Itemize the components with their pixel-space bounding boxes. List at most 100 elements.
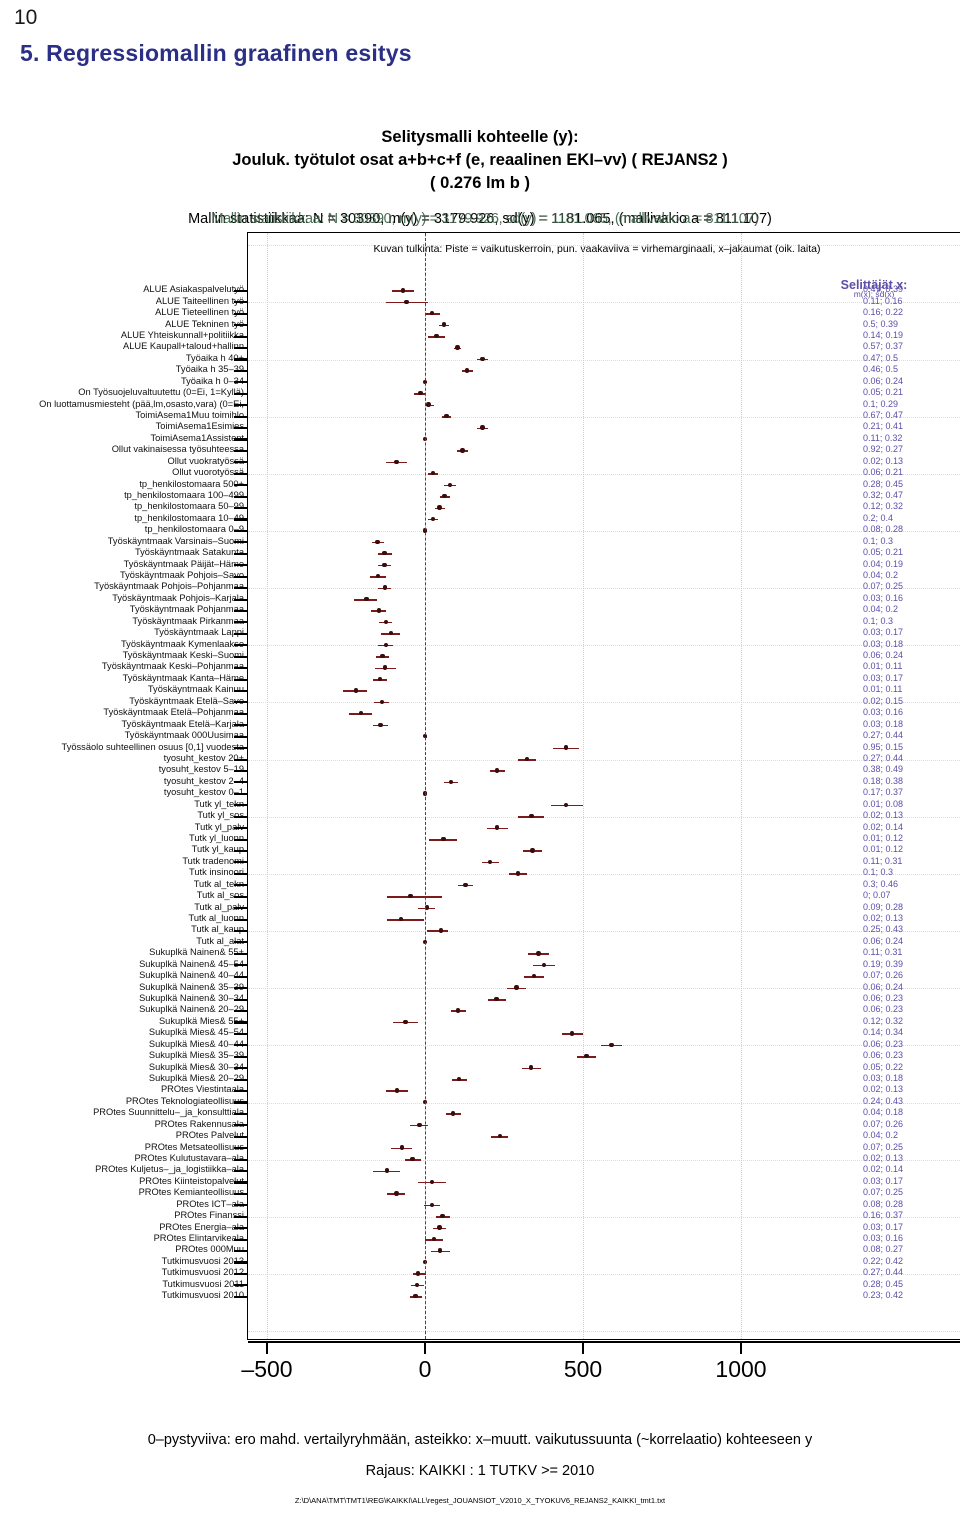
y-axis-tick xyxy=(234,415,247,418)
y-axis-tick xyxy=(234,907,247,910)
y-axis-tick xyxy=(234,427,247,430)
row-stat-value: 0.28; 0.45 xyxy=(863,478,904,489)
y-axis-tick xyxy=(234,884,247,887)
y-axis-tick xyxy=(234,1238,247,1241)
coefficient-point xyxy=(376,608,382,613)
row-label: Sukuplkä Nainen& 55+ xyxy=(149,947,244,958)
coefficient-point xyxy=(480,356,485,362)
y-axis-tick xyxy=(234,1284,247,1287)
row-label: Työssäolo suhteellinen osuus [0,1] vuode… xyxy=(61,741,244,752)
row-stat-value: 0.5; 0.39 xyxy=(863,318,899,329)
row-stat-value: 0.06; 0.23 xyxy=(863,1038,904,1049)
row-stat-value: 0.01; 0.08 xyxy=(863,798,904,809)
row-label: Työskäyntmaak Kymenlaakso xyxy=(121,638,244,649)
table-row: ALUE Asiakaspalvelutyö 0.47; 0.39 xyxy=(0,284,960,296)
coefficient-point xyxy=(437,1248,443,1253)
row-label: On Työsuojeluvaltuutettu (0=Ei, 1=Kyllä) xyxy=(78,387,244,398)
row-label: Sukuplkä Nainen& 20–29 xyxy=(139,1004,244,1015)
zero-reference-line xyxy=(425,233,426,1339)
row-stat-value: 0.12; 0.32 xyxy=(863,1015,904,1026)
row-stat-value: 0.23; 0.42 xyxy=(863,1290,904,1301)
row-stat-value: 0.02; 0.13 xyxy=(863,1152,904,1163)
table-row: tyosuht_kestov 2–4 0.18; 0.38 xyxy=(0,776,960,788)
coefficient-point xyxy=(430,311,435,316)
coefficient-point xyxy=(382,551,387,556)
row-stat-value: 0.1; 0.3 xyxy=(863,867,894,878)
coefficient-point xyxy=(584,1054,589,1059)
y-axis-tick xyxy=(234,495,247,498)
row-label: ALUE Taiteellinen työ xyxy=(155,295,244,306)
row-stat-value: 0.21; 0.41 xyxy=(863,421,904,432)
y-axis-tick xyxy=(234,1112,247,1115)
table-row: PROtes ICT–ala 0.08; 0.28 xyxy=(0,1199,960,1211)
coefficient-point xyxy=(441,322,447,327)
y-axis-tick xyxy=(234,1032,247,1035)
y-axis-tick xyxy=(234,335,247,338)
row-stat-value: 0.09; 0.28 xyxy=(863,901,904,912)
row-label: PROtes Metsateollisuus xyxy=(144,1141,244,1152)
coefficient-point xyxy=(480,425,485,430)
table-row: Tutk yl_palv 0.02; 0.14 xyxy=(0,821,960,834)
y-axis-tick xyxy=(234,381,247,384)
table-row: tyosuht_kestov 5–19 0.38; 0.49 xyxy=(0,764,960,776)
coefficient-point xyxy=(448,779,454,785)
table-row: PROtes Energia–ala 0.03; 0.17 xyxy=(0,1222,960,1234)
y-axis-tick xyxy=(234,1067,247,1070)
y-axis-tick xyxy=(234,952,247,955)
y-axis-tick xyxy=(234,941,247,944)
row-label: Työskäyntmaak Pohjanmaa xyxy=(129,604,244,615)
row-stat-value: 0.05; 0.22 xyxy=(863,1061,904,1072)
row-stat-value: 0.07; 0.26 xyxy=(863,970,904,981)
row-label: ToimiAsema1Esimies xyxy=(155,421,244,432)
y-axis-tick xyxy=(234,1124,247,1127)
y-axis-tick xyxy=(234,815,247,818)
table-row: Ollut vuokratyössä 0.02; 0.13 xyxy=(0,456,960,468)
table-row: PROtes Elintarvikeala 0.03; 0.16 xyxy=(0,1233,960,1245)
row-stat-value: 0.06; 0.23 xyxy=(863,992,904,1003)
row-stat-value: 0.28; 0.45 xyxy=(863,1278,904,1289)
coefficient-point xyxy=(382,562,387,567)
y-axis-tick xyxy=(234,301,247,304)
x-tick-mark xyxy=(581,1341,585,1354)
row-label: Tutkimusvuosi 2012 xyxy=(161,1267,244,1278)
coefficient-point xyxy=(408,893,413,899)
row-stat-value: 0.02; 0.14 xyxy=(863,821,904,832)
row-label: PROtes Kulutustavara–ala xyxy=(134,1152,244,1163)
row-label: ALUE Kaupall+taloud+hallinn xyxy=(123,341,244,352)
row-stat-value: 0.11; 0.16 xyxy=(863,295,903,306)
row-stat-value: 0.03; 0.18 xyxy=(863,718,904,729)
coefficient-point xyxy=(494,825,500,830)
row-stat-value: 0.14; 0.34 xyxy=(863,1027,904,1038)
coefficient-point xyxy=(413,1294,418,1299)
coefficient-point xyxy=(487,859,493,865)
row-stat-value: 0.24; 0.43 xyxy=(863,1095,904,1106)
y-axis-tick xyxy=(234,1250,247,1253)
table-row: Tutk yl_luonn 0.01; 0.12 xyxy=(0,833,960,845)
row-label: Sukuplkä Mies& 55+ xyxy=(158,1015,244,1026)
coefficient-point xyxy=(440,1214,445,1219)
table-row: Tutk al_luonn 0.02; 0.13 xyxy=(0,913,960,925)
table-row: Työssäolo suhteellinen osuus [0,1] vuode… xyxy=(0,741,960,754)
coefficient-point xyxy=(418,391,423,396)
row-label: Työskäyntmaak Päijät–Häme xyxy=(123,558,244,569)
row-label: Ollut vakinaisessa työsuhteessa xyxy=(111,444,244,455)
coefficient-point xyxy=(379,699,384,705)
row-label: Työskäyntmaak Pirkanmaa xyxy=(132,615,244,626)
y-axis-tick xyxy=(234,449,247,452)
table-row: Sukuplkä Mies& 20–29 0.03; 0.18 xyxy=(0,1073,960,1085)
coefficient-point xyxy=(383,619,388,625)
table-row: Tutk al_kaup 0.25; 0.43 xyxy=(0,924,960,936)
y-axis-tick xyxy=(234,392,247,395)
row-stat-value: 0.2; 0.4 xyxy=(863,512,894,523)
coefficient-point xyxy=(514,985,519,990)
table-row: Tutk yl_sos 0.02; 0.13 xyxy=(0,810,960,822)
coefficient-point xyxy=(442,493,447,499)
y-axis-tick xyxy=(234,1295,247,1298)
y-axis-tick xyxy=(234,781,247,784)
row-stat-value: 0.22; 0.42 xyxy=(863,1255,904,1266)
coefficient-point xyxy=(404,299,409,304)
row-stat-value: 0.04; 0.2 xyxy=(863,604,899,615)
y-axis-tick xyxy=(234,838,247,841)
error-margin-bar xyxy=(387,919,425,921)
coefficient-point xyxy=(431,516,436,522)
